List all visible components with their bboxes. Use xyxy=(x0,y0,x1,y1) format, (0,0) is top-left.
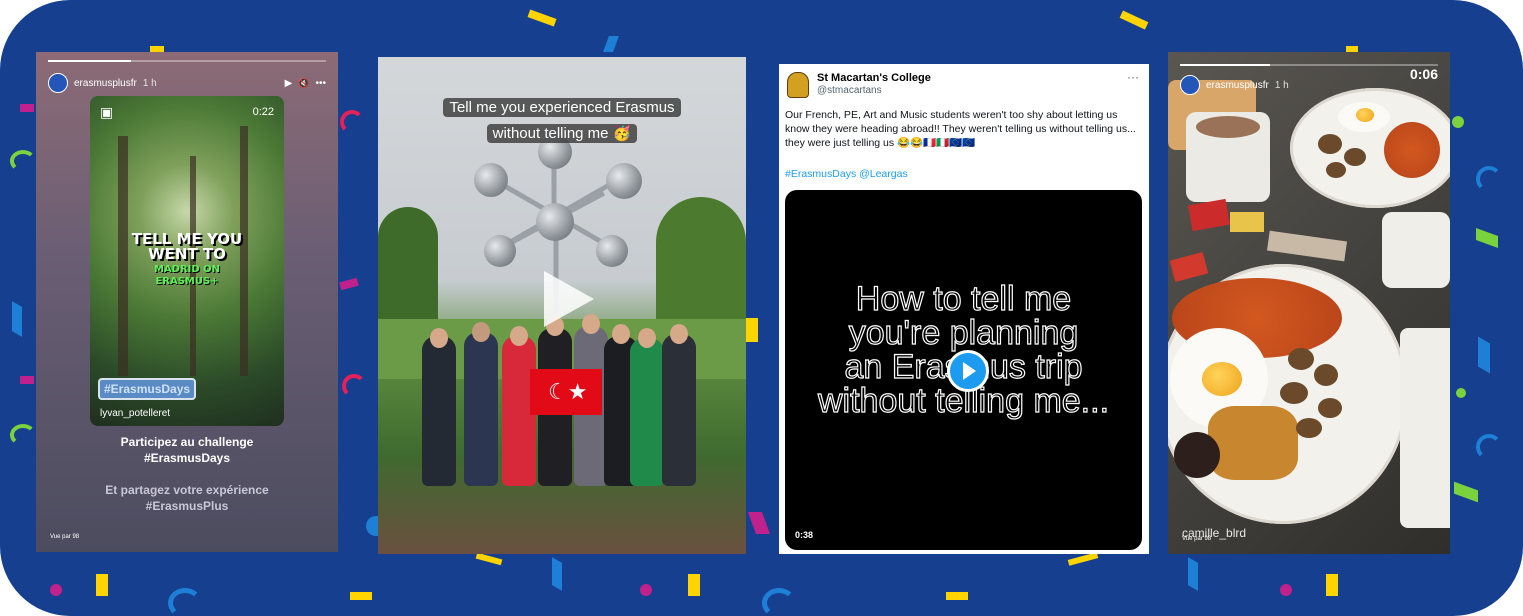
overlay-text-line1: TELL ME YOU WENT TO xyxy=(131,230,243,263)
tweet-panel[interactable]: St Macartan's College @stmacartans ··· O… xyxy=(779,64,1149,554)
video-counter: 0:06 xyxy=(1409,66,1438,82)
reel-video[interactable]: ▣ 0:22 TELL ME YOU WENT TO MADRID ON ERA… xyxy=(90,96,284,426)
overlay-text-line2: MADRID ON ERASMUS+ xyxy=(153,264,221,287)
avatar[interactable] xyxy=(1180,75,1200,95)
confetti xyxy=(1452,116,1464,128)
confetti xyxy=(10,424,36,446)
caption-challenge: Participez au challenge #ErasmusDays xyxy=(120,435,254,465)
reel-icon: ▣ xyxy=(100,104,114,120)
confetti xyxy=(1119,10,1149,30)
viewed-count[interactable]: Vue par 98 xyxy=(50,534,79,540)
confetti xyxy=(747,512,771,534)
confetti xyxy=(1188,557,1198,591)
video-time: 0:22 xyxy=(252,106,274,118)
more-icon[interactable]: ··· xyxy=(1127,70,1139,84)
account-name[interactable]: St Macartan's College xyxy=(817,72,931,84)
story-header: erasmusplusfr 1 h ▶ 🔇 ••• xyxy=(48,72,326,94)
confetti xyxy=(1476,166,1502,192)
confetti xyxy=(1326,574,1338,596)
play-icon[interactable] xyxy=(947,350,989,392)
tweet-video[interactable]: How to tell me you're planning an Erasmu… xyxy=(785,190,1142,550)
confetti xyxy=(342,374,366,398)
hashtag-sticker[interactable]: #ErasmusDays xyxy=(98,378,197,400)
confetti xyxy=(688,574,700,596)
confetti xyxy=(350,592,372,600)
confetti xyxy=(1280,584,1292,596)
confetti xyxy=(50,584,62,596)
confetti xyxy=(946,592,968,600)
caption-share: Et partagez votre expérience #ErasmusPlu… xyxy=(105,483,269,513)
avatar[interactable] xyxy=(48,73,68,93)
confetti xyxy=(603,36,619,52)
confetti xyxy=(527,9,557,27)
confetti xyxy=(1067,552,1099,566)
confetti xyxy=(640,584,652,596)
story-age: 1 h xyxy=(1274,79,1289,91)
turkish-flag: ☾★ xyxy=(530,369,602,415)
confetti xyxy=(475,552,503,566)
confetti xyxy=(762,588,796,616)
instagram-story-panel[interactable]: erasmusplusfr 1 h ▶ 🔇 ••• ▣ 0:22 TELL ME… xyxy=(36,52,338,552)
video-duration: 0:38 xyxy=(795,530,814,540)
story-header: erasmusplusfr 1 h xyxy=(1180,74,1438,96)
confetti xyxy=(746,318,758,342)
confetti xyxy=(168,588,202,616)
mute-icon[interactable]: 🔇 xyxy=(298,78,309,89)
story-progress-bar xyxy=(1180,64,1438,66)
story-username[interactable]: erasmusplusfr xyxy=(1206,80,1269,91)
atomium-video-panel[interactable]: ☾★ Tell me you experienced Erasmus witho… xyxy=(378,57,746,554)
more-icon[interactable]: ••• xyxy=(315,78,326,89)
confetti xyxy=(1454,481,1478,503)
confetti xyxy=(10,150,36,172)
story-progress-bar xyxy=(48,60,326,62)
confetti xyxy=(366,516,378,536)
confetti xyxy=(20,104,34,112)
reel-username[interactable]: lyvan_potelleret xyxy=(100,408,170,419)
confetti xyxy=(552,557,562,591)
confetti xyxy=(1476,227,1498,249)
confetti xyxy=(1476,434,1502,460)
breakfast-story-panel[interactable]: erasmusplusfr 1 h 0:06 camille_blrd Vue … xyxy=(1168,52,1450,554)
account-handle[interactable]: @stmacartans xyxy=(817,85,882,96)
confetti xyxy=(1478,336,1490,374)
video-caption: Tell me you experienced Erasmus without … xyxy=(442,95,682,147)
viewed-count[interactable]: Vue par 98 xyxy=(1182,536,1211,542)
confetti xyxy=(20,376,34,384)
college-crest-icon[interactable] xyxy=(787,72,809,98)
play-icon[interactable]: ▶ xyxy=(285,78,293,89)
confetti xyxy=(96,574,108,596)
tweet-text: Our French, PE, Art and Music students w… xyxy=(785,109,1136,149)
play-icon[interactable] xyxy=(534,267,598,331)
tweet-hashtags[interactable]: #ErasmusDays @Leargas xyxy=(785,168,908,180)
story-age: 1 h xyxy=(142,77,157,89)
confetti xyxy=(12,301,22,337)
confetti xyxy=(339,277,359,291)
confetti xyxy=(340,110,364,134)
story-username[interactable]: erasmusplusfr xyxy=(74,78,137,89)
confetti xyxy=(1456,388,1466,398)
